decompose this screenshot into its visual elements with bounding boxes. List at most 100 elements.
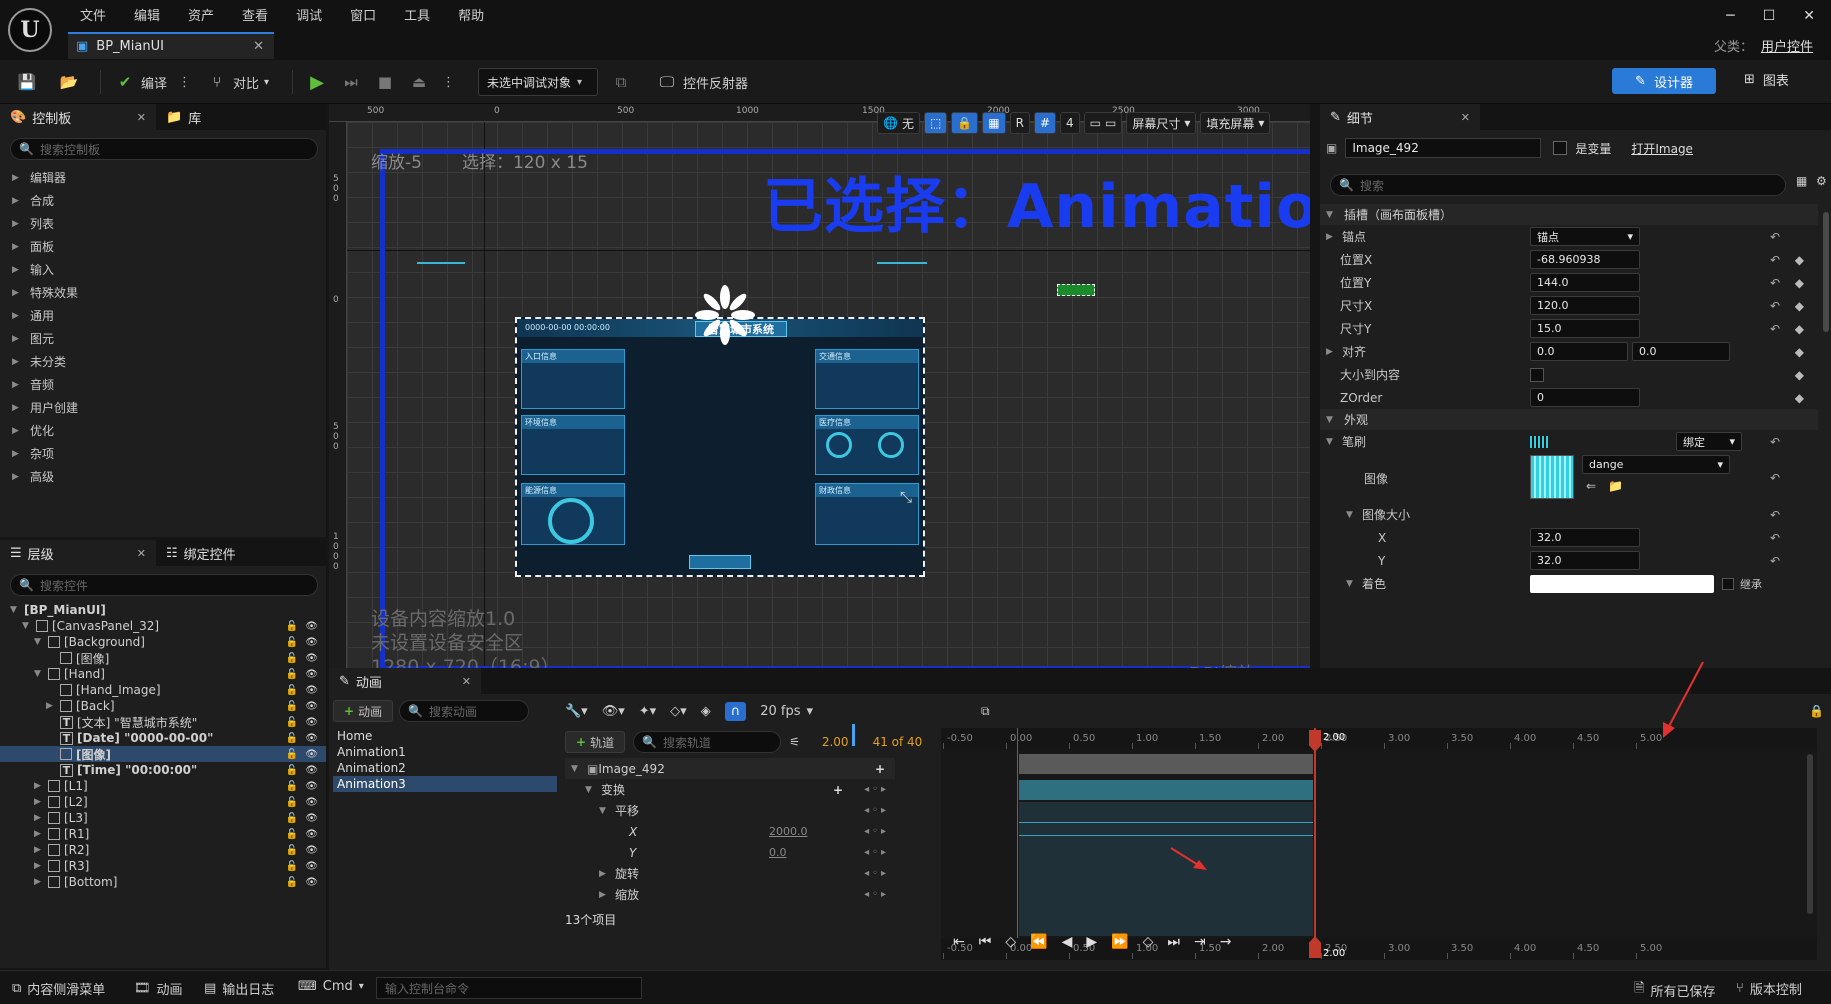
animation-search-input[interactable]: 🔍 搜索动画 (399, 700, 530, 722)
tab-details[interactable]: ✎ 细节 ✕ (1320, 104, 1480, 130)
chevron-down-icon[interactable]: ▼ (1346, 579, 1356, 589)
lock-icon[interactable]: 🔓 (286, 621, 298, 632)
chevron-right-icon[interactable]: ▶ (34, 861, 48, 871)
tab-library[interactable]: 📁 库 (156, 104, 201, 130)
timeline-scrollbar[interactable] (1807, 754, 1813, 914)
chevron-right-icon[interactable]: ▶ (34, 877, 48, 887)
next-key-icon[interactable]: ◇ (1143, 934, 1154, 950)
eye-icon[interactable]: 👁 (305, 877, 318, 888)
keyframe-icon[interactable]: ◆ (1795, 253, 1804, 267)
track-row[interactable]: ▼ ▣ Image_492 + (565, 758, 895, 779)
image-size-x-input[interactable]: 32.0 (1530, 528, 1640, 547)
hierarchy-row[interactable]: ▶ [R3] 🔓 👁 (0, 858, 326, 874)
reset-icon[interactable]: ↶ (1770, 322, 1780, 336)
grid-snap-toggle[interactable]: # (1033, 112, 1057, 134)
keyframe-nav-icon[interactable]: ◂◦▸ (864, 847, 889, 858)
table-view-icon[interactable]: ▦ (1796, 174, 1807, 188)
eject-icon[interactable]: ⏏ (408, 71, 430, 93)
grid-size-button[interactable]: 4 (1060, 112, 1080, 134)
maximize-icon[interactable]: ☐ (1763, 8, 1776, 24)
lock-icon[interactable]: 🔓 (286, 781, 298, 792)
browse-button[interactable]: 📂 (58, 67, 80, 97)
lock-icon[interactable]: 🔓 (286, 877, 298, 888)
widget-reflector-button[interactable]: 🖵 控件反射器 (656, 67, 748, 97)
debug-pick-icon[interactable]: ⧉ (610, 71, 632, 93)
eye-icon[interactable]: 👁 (305, 717, 318, 728)
document-tab[interactable]: ▣ BP_MianUI ✕ (68, 32, 274, 59)
chevron-right-icon[interactable]: ▶ (34, 813, 48, 823)
eye-icon[interactable]: 👁 (305, 621, 318, 632)
keyframe-icon[interactable]: ◆ (1795, 345, 1804, 359)
lock-icon[interactable]: 🔓 (286, 829, 298, 840)
close-icon[interactable]: ✕ (1461, 111, 1470, 124)
palette-category[interactable]: ▶ 列表 (0, 212, 326, 235)
eye-icon[interactable]: 👁 (305, 701, 318, 712)
chevron-down-icon[interactable]: ▼ (22, 621, 36, 631)
track-search-input[interactable]: 🔍 搜索轨道 (633, 731, 782, 753)
hierarchy-row[interactable]: [Hand_Image] 🔓 👁 (0, 682, 326, 698)
timeline[interactable]: -0.50 0.00 0.50 1.00 1.50 2.00 2.50 3.00 3.50 4.0… (941, 728, 1817, 960)
dashboard-preview[interactable]: 0000-00-00 00:00:00 智慧城市系统 入口信息 环境信息 能源信… (515, 285, 925, 577)
size-y-input[interactable]: 15.0 (1530, 319, 1640, 338)
eye-icon[interactable]: 👁 (305, 765, 318, 776)
eye-icon[interactable]: 👁 (305, 733, 318, 744)
zorder-input[interactable]: 0 (1530, 388, 1640, 407)
loop-icon[interactable]: → (1220, 934, 1232, 950)
playback-icon[interactable]: ✦▾ (639, 704, 656, 719)
jump-end-icon[interactable]: ⏭ (1167, 934, 1180, 950)
bind-dropdown[interactable]: 绑定 ▾ (1676, 432, 1742, 451)
palette-category[interactable]: ▶ 图元 (0, 327, 326, 350)
resize-handle-icon[interactable]: ⤡ (900, 488, 912, 506)
close-icon[interactable]: ✕ (137, 547, 146, 560)
hierarchy-row[interactable]: T [Time] "00:00:00" 🔓 👁 (0, 762, 326, 778)
keyframe-nav-icon[interactable]: ◂◦▸ (864, 805, 889, 816)
close-window-icon[interactable]: ✕ (1803, 8, 1815, 24)
fps-dropdown[interactable]: 20 fps ▾ (760, 704, 813, 719)
details-scrollbar[interactable] (1823, 212, 1829, 332)
set-end-icon[interactable]: ⇥ (1194, 934, 1206, 950)
reset-icon[interactable]: ↶ (1770, 508, 1780, 522)
tab-palette[interactable]: 🎨 控制板 ✕ (0, 104, 156, 130)
chevron-down-icon[interactable]: ▼ (585, 785, 601, 795)
minimize-icon[interactable]: ─ (1726, 8, 1734, 24)
stop-icon[interactable]: ■ (374, 71, 396, 93)
lock-icon[interactable]: 🔓 (286, 845, 298, 856)
palette-category[interactable]: ▶ 输入 (0, 258, 326, 281)
chevron-down-icon[interactable]: ▼ (571, 764, 587, 774)
keyframe-icon[interactable]: ◆ (1795, 276, 1804, 290)
add-track-button[interactable]: + 轨道 (565, 731, 626, 753)
compile-button[interactable]: ✔ 编译 ⋮ (114, 67, 191, 97)
reset-icon[interactable]: ↶ (1770, 253, 1780, 267)
eye-icon[interactable]: 👁 (305, 669, 318, 680)
more-icon[interactable]: ⋮ (178, 75, 191, 90)
track-row[interactable]: ▼ 平移 ◂◦▸ (565, 800, 895, 821)
designer-viewport[interactable]: 500 0 500 1000 1500 2000 2500 3000 5 0 0… (329, 104, 1310, 668)
chevron-right-icon[interactable]: ▶ (46, 701, 60, 711)
menu-asset[interactable]: 资产 (174, 5, 228, 24)
play-icon[interactable]: ▶ (1086, 934, 1097, 950)
tab-hierarchy[interactable]: ☰ 层级 ✕ (0, 540, 156, 566)
details-search-input[interactable]: 🔍 搜索 (1330, 174, 1786, 196)
palette-category[interactable]: ▶ 音频 (0, 373, 326, 396)
screen-size-dropdown[interactable]: 屏幕尺寸 ▾ (1126, 112, 1197, 134)
reset-icon[interactable]: ↶ (1770, 471, 1780, 485)
outline-toggle[interactable]: ⬚ (923, 112, 948, 134)
respect-locks-button[interactable]: R (1009, 112, 1030, 134)
selected-widget-image[interactable] (1057, 284, 1095, 296)
palette-category[interactable]: ▶ 编辑器 (0, 166, 326, 189)
chevron-right-icon[interactable]: ▶ (1326, 232, 1336, 242)
tab-bind-widgets[interactable]: ☷ 绑定控件 (156, 540, 236, 566)
plus-icon[interactable]: + (833, 783, 843, 797)
hierarchy-row[interactable]: ▼ [Hand] 🔓 👁 (0, 666, 326, 682)
track-value-input[interactable]: 2000.0 (769, 825, 808, 838)
chevron-down-icon[interactable]: ▼ (10, 605, 24, 615)
keyframe-nav-icon[interactable]: ◂◦▸ (864, 868, 889, 879)
step-icon[interactable]: ⏭ (340, 71, 362, 93)
animation-list-item[interactable]: Home (333, 728, 557, 744)
chevron-right-icon[interactable]: ▶ (34, 797, 48, 807)
eye-icon[interactable]: 👁 (305, 861, 318, 872)
image-asset-dropdown[interactable]: dange ▾ (1582, 455, 1730, 474)
layout-toggle[interactable]: ▦ (982, 112, 1006, 134)
eye-icon[interactable]: 👁 (305, 829, 318, 840)
eye-icon[interactable]: 👁 (305, 845, 318, 856)
